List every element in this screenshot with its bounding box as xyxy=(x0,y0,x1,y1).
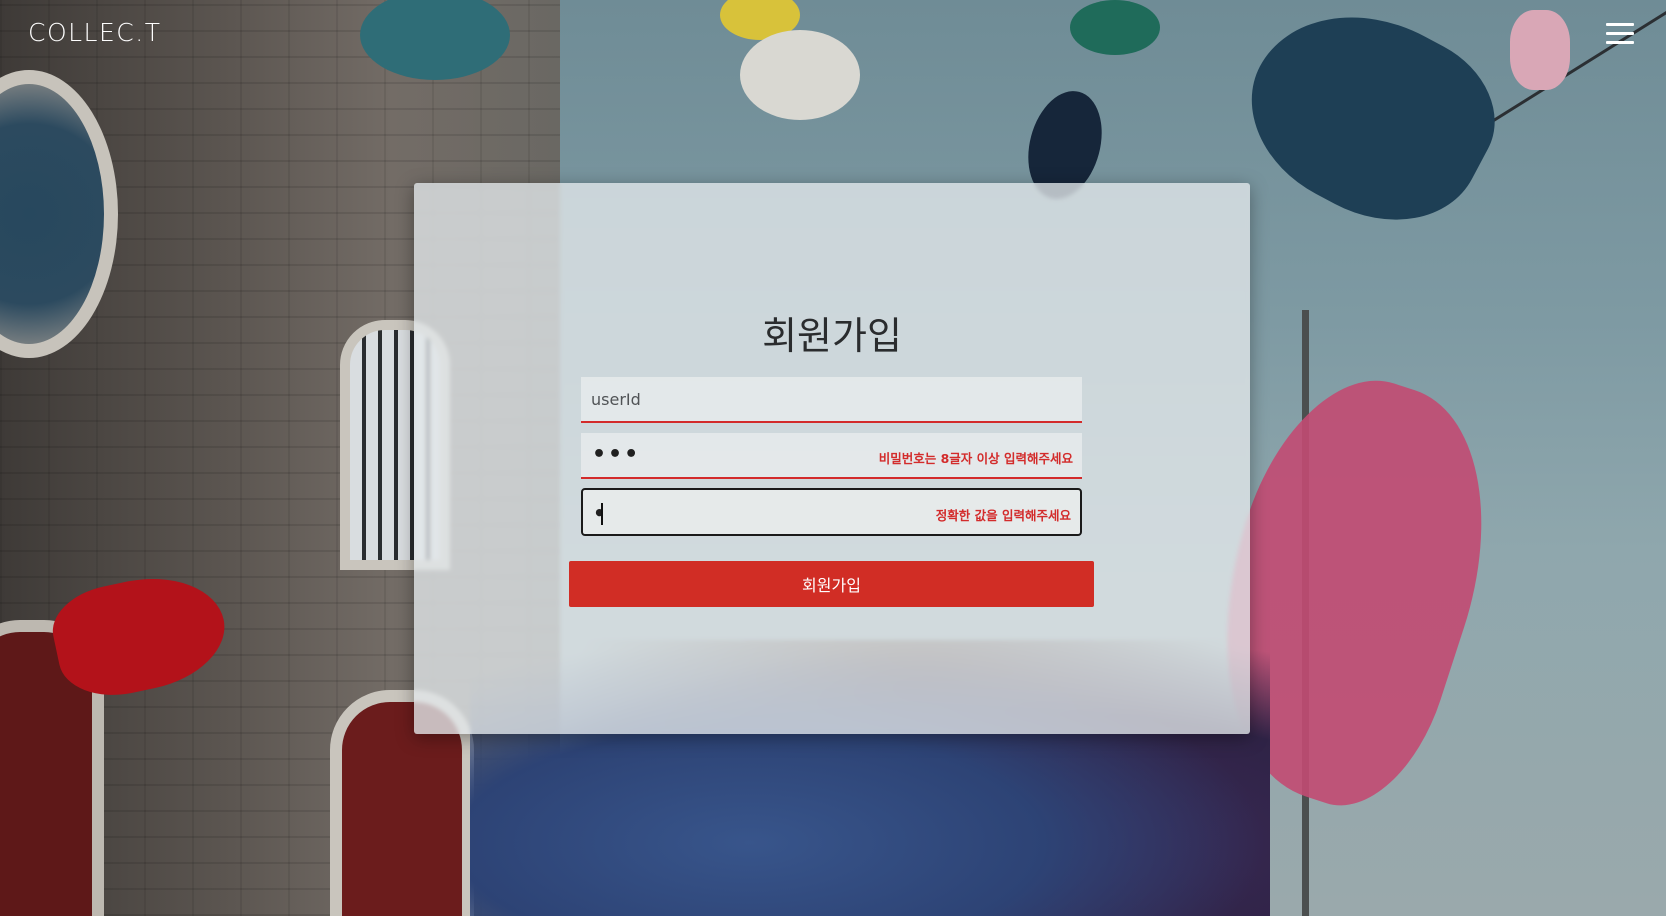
password-masked-value: ••• xyxy=(592,442,641,467)
password-confirm-error-message: 정확한 값을 입력해주세요 xyxy=(935,508,1071,523)
menu-bar xyxy=(1606,41,1634,44)
password-field[interactable]: ••• 비밀번호는 8글자 이상 입력해주세요 xyxy=(581,433,1082,479)
userid-input[interactable] xyxy=(581,377,1082,421)
signup-card: 회원가입 ••• 비밀번호는 8글자 이상 입력해주세요 • 정확한 값을 입력… xyxy=(414,183,1250,734)
menu-bar xyxy=(1606,23,1634,26)
signup-submit-button[interactable]: 회원가입 xyxy=(569,561,1094,607)
page-title: 회원가입 xyxy=(762,314,902,358)
background-cloth xyxy=(1510,10,1570,90)
background-cloth xyxy=(1070,0,1160,55)
hamburger-menu-icon[interactable] xyxy=(1604,20,1636,48)
password-confirm-masked-value: • xyxy=(593,501,606,525)
userid-field[interactable] xyxy=(581,377,1082,423)
password-confirm-field[interactable]: • 정확한 값을 입력해주세요 xyxy=(581,488,1082,536)
menu-bar xyxy=(1606,32,1634,35)
site-logo[interactable]: COLLEC.T xyxy=(28,18,161,47)
page-root: COLLEC.T 회원가입 ••• 비밀번호는 8글자 이상 입력해주세요 • … xyxy=(0,0,1666,916)
background-cloth xyxy=(740,30,860,120)
text-cursor xyxy=(601,503,603,525)
password-error-message: 비밀번호는 8글자 이상 입력해주세요 xyxy=(878,451,1073,466)
